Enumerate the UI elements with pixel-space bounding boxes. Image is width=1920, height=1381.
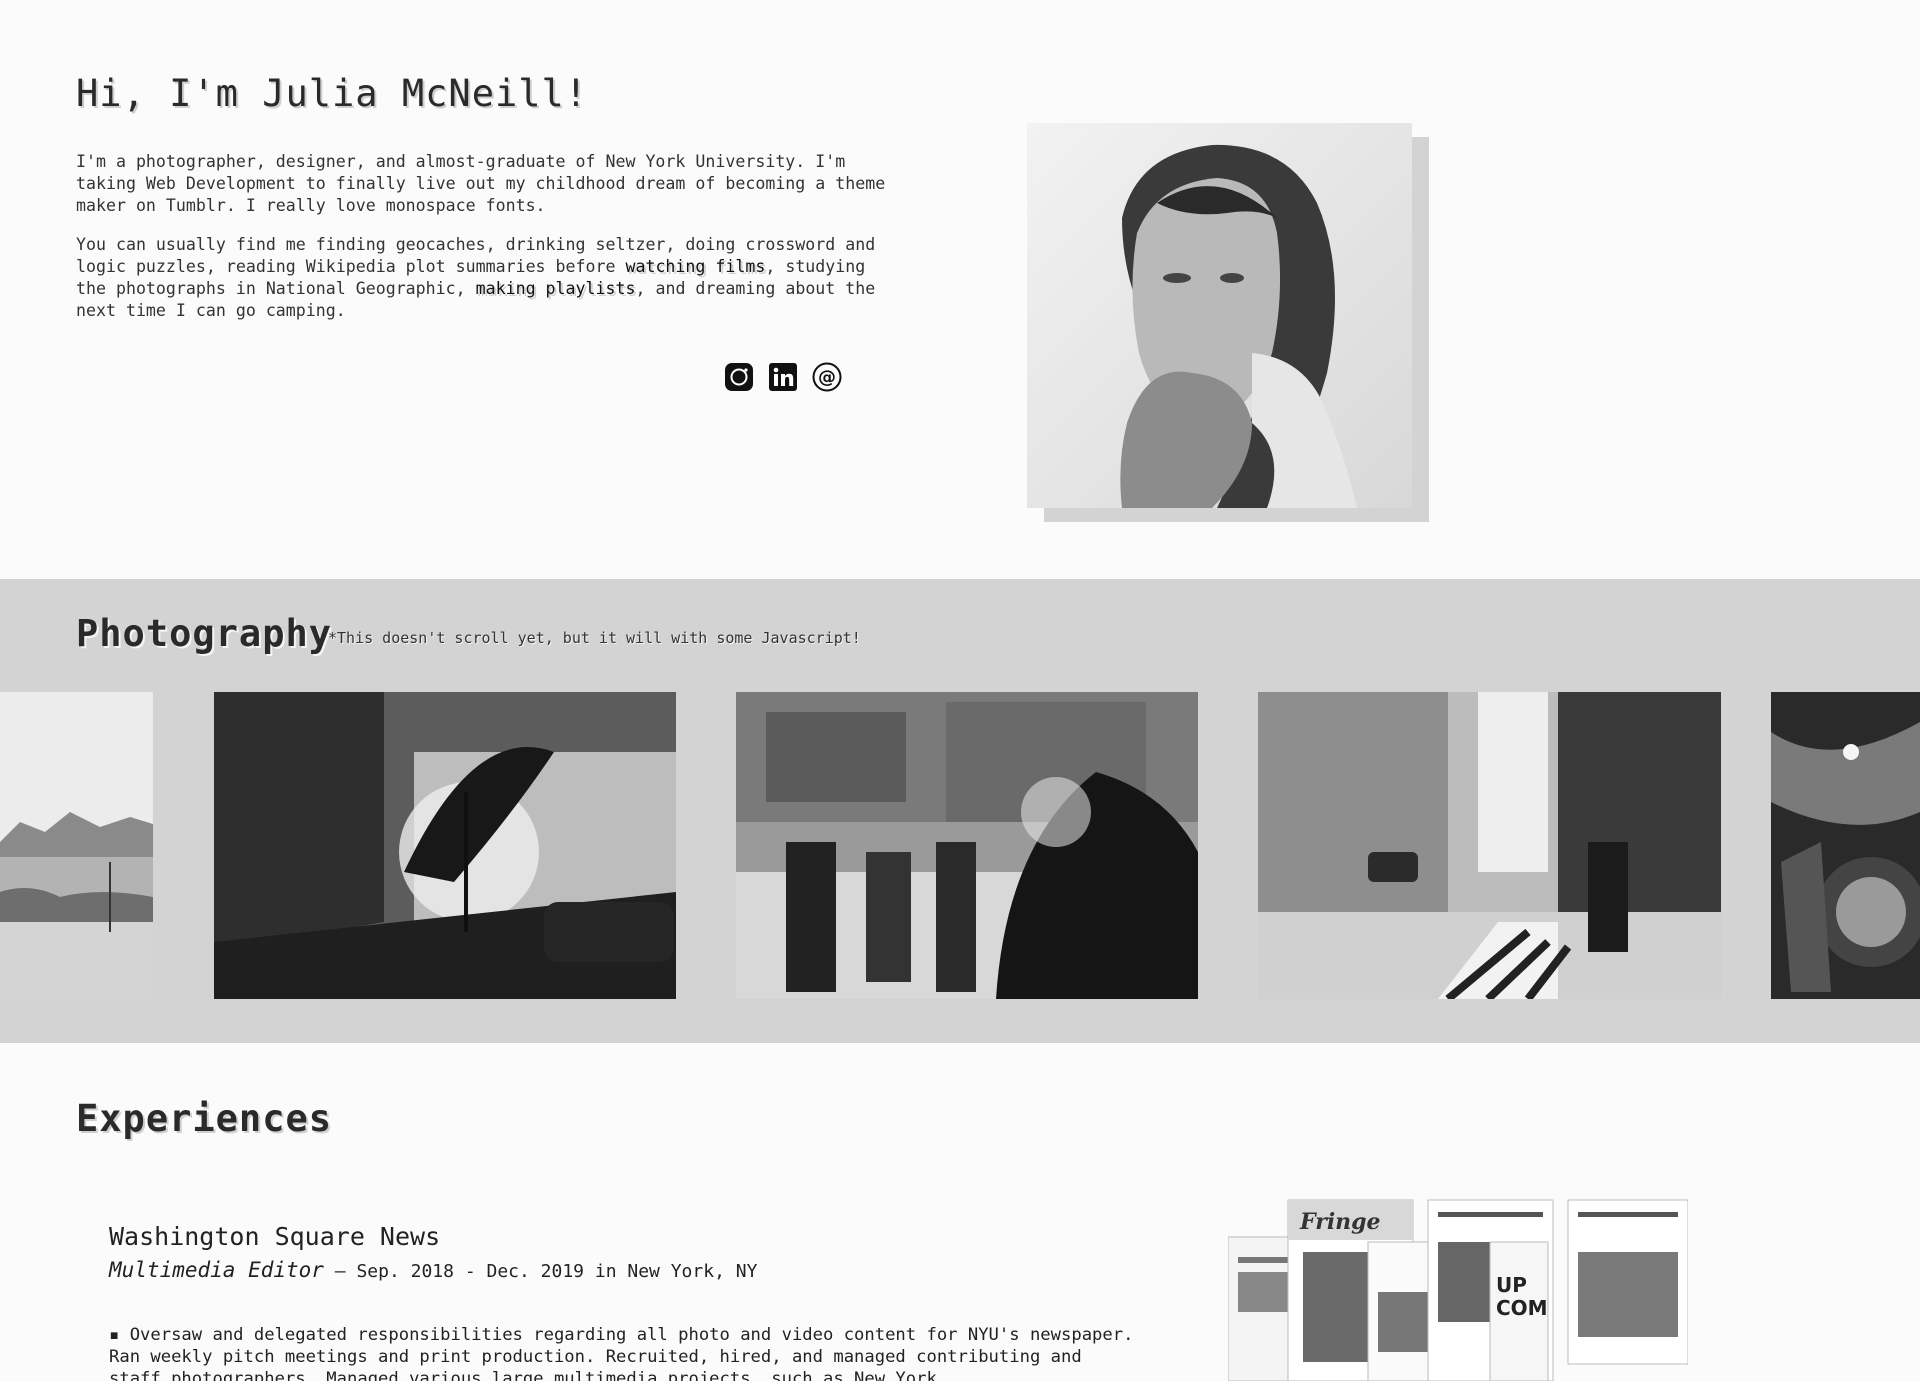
experiences-title: Experiences — [76, 1097, 333, 1140]
instagram-icon[interactable] — [724, 362, 754, 392]
photography-note: *This doesn't scroll yet, but it will wi… — [328, 629, 861, 647]
email-icon[interactable]: @ — [812, 362, 842, 392]
bio-paragraph-2: You can usually find me finding geocache… — [76, 234, 896, 322]
social-links: @ — [724, 362, 842, 392]
photo-ornate-ceiling[interactable] — [1771, 692, 1920, 999]
linkedin-icon[interactable] — [768, 362, 798, 392]
svg-text:Fringe: Fringe — [1299, 1209, 1381, 1235]
svg-text:COM: COM — [1496, 1296, 1548, 1320]
bio-paragraph-1: I'm a photographer, designer, and almost… — [76, 152, 886, 215]
portrait-photo — [1027, 123, 1412, 508]
watching-films-link[interactable]: watching films — [625, 257, 765, 276]
page-title: Hi, I'm Julia McNeill! — [76, 72, 589, 115]
intro-section: Hi, I'm Julia McNeill! I'm a photographe… — [0, 0, 1920, 579]
svg-text:@: @ — [818, 367, 836, 388]
photography-section: Photography *This doesn't scroll yet, bu… — [0, 579, 1920, 1043]
job-role-line: Multimedia Editor — Sep. 2018 - Dec. 201… — [109, 1258, 757, 1282]
photo-desert[interactable] — [0, 692, 153, 999]
job-organization: Washington Square News — [109, 1222, 441, 1251]
job-role: Multimedia Editor — [109, 1258, 324, 1282]
bio: I'm a photographer, designer, and almost… — [76, 151, 896, 322]
job-dates: — Sep. 2018 - Dec. 2019 in New York, NY — [323, 1261, 758, 1282]
job-description: ▪ Oversaw and delegated responsibilities… — [109, 1325, 1134, 1381]
photography-title: Photography — [76, 612, 333, 655]
photo-foggy-street[interactable] — [214, 692, 676, 999]
photo-sunlit-street[interactable] — [1258, 692, 1721, 999]
svg-text:UP: UP — [1496, 1273, 1527, 1297]
making-playlists-link[interactable]: making playlists — [476, 279, 636, 298]
photo-crosswalk[interactable] — [736, 692, 1198, 999]
newspaper-collage: Fringe UP COM — [1227, 1197, 1689, 1381]
